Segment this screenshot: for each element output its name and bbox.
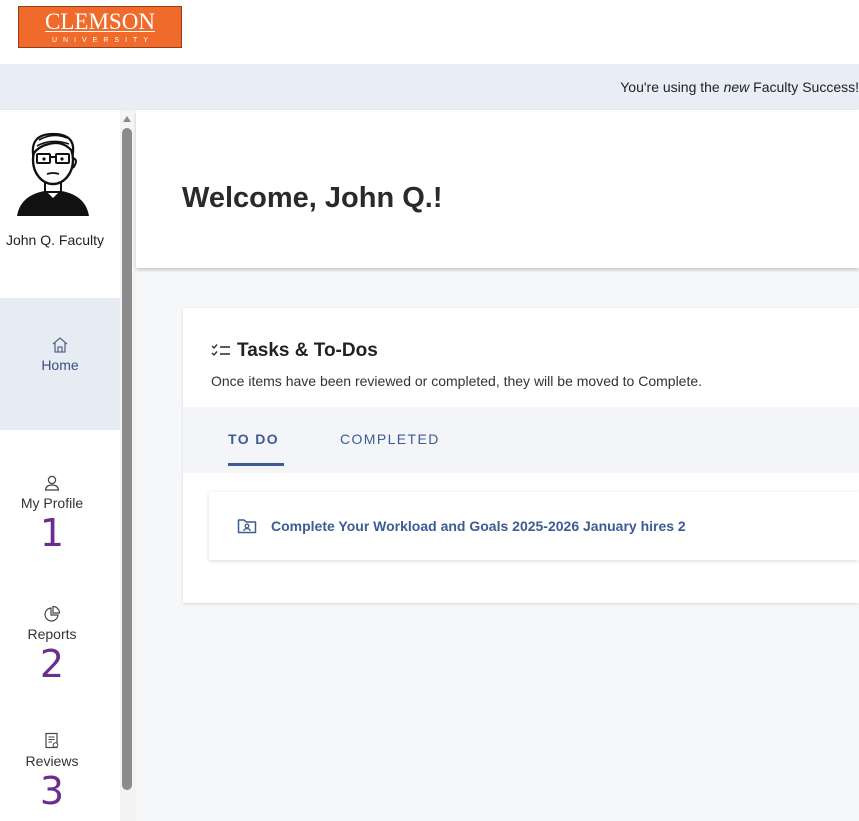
sidebar: John Q. Faculty Home My Profile 1 Report… [0, 110, 120, 821]
task-link[interactable]: Complete Your Workload and Goals 2025-20… [271, 518, 686, 534]
nav-my-profile[interactable]: My Profile 1 [0, 474, 112, 552]
tasks-card: Tasks & To-Dos Once items have been revi… [183, 308, 859, 603]
page-title: Welcome, John Q.! [182, 182, 443, 214]
nav-reviews-label: Reviews [25, 753, 79, 769]
tasks-title: Tasks & To-Dos [211, 340, 378, 362]
nav-reports-label: Reports [27, 626, 77, 642]
welcome-header: Welcome, John Q.! [136, 110, 859, 268]
nav-my-profile-label: My Profile [20, 495, 84, 511]
banner-text: You're using the new Faculty Success! [620, 79, 859, 95]
tab-to-do[interactable]: TO DO [228, 431, 279, 447]
home-icon [52, 337, 68, 353]
tasks-subtitle: Once items have been reviewed or complet… [211, 373, 703, 389]
scroll-up-arrow-icon[interactable] [123, 116, 131, 122]
info-banner: You're using the new Faculty Success! [0, 64, 859, 109]
tasks-tabs: TO DO COMPLETED [183, 407, 859, 473]
logo-subtext: UNIVERSITY [51, 37, 154, 44]
annotation-number: 3 [39, 769, 65, 813]
user-avatar-icon[interactable] [13, 126, 93, 218]
person-icon [44, 475, 60, 491]
active-tab-indicator [228, 463, 284, 466]
checklist-icon [211, 344, 230, 357]
nav-reports[interactable]: Reports 2 [0, 605, 112, 683]
task-item[interactable]: Complete Your Workload and Goals 2025-20… [209, 492, 859, 560]
clemson-logo[interactable]: CLEMSON UNIVERSITY [18, 6, 182, 48]
scroll-thumb[interactable] [122, 128, 132, 790]
annotation-number: 2 [39, 642, 65, 686]
nav-home[interactable]: Home [0, 298, 120, 430]
annotation-number: 1 [39, 511, 65, 555]
sidebar-scrollbar[interactable] [120, 110, 136, 821]
tasks-title-text: Tasks & To-Dos [237, 340, 378, 361]
user-name: John Q. Faculty [5, 232, 105, 248]
nav-home-label: Home [41, 357, 79, 373]
folder-user-icon [237, 519, 257, 534]
tab-completed[interactable]: COMPLETED [340, 431, 440, 447]
nav-reviews[interactable]: Reviews 3 [0, 732, 112, 810]
review-document-icon [45, 732, 59, 749]
pie-chart-icon [44, 605, 61, 622]
logo-text: CLEMSON [45, 9, 155, 34]
